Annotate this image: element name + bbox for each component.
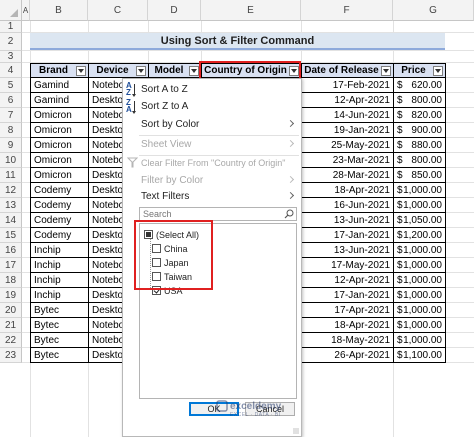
menu-sheet-view: Sheet View — [123, 136, 301, 153]
submenu-chevron-icon — [286, 119, 295, 128]
exceldemy-logo-icon — [216, 400, 228, 412]
clear-filter-icon — [127, 157, 138, 168]
menu-sort-by-color[interactable]: Sort by Color — [123, 116, 301, 133]
watermark: exceldemy EXCEL · DATA · BI — [216, 400, 282, 418]
spreadsheet: A B C D E F G 1 2 3 4 5 6 7 8 9 10 11 12 13 14 15 16 17 1… — [0, 0, 474, 437]
submenu-chevron-icon — [286, 175, 295, 184]
menu-sort-a-z-label: Sort A to Z — [141, 84, 188, 95]
menu-filter-by-color: Filter by Color — [123, 172, 301, 189]
filter-search-input[interactable]: Search — [139, 207, 297, 221]
menu-clear-filter: Clear Filter From "Country of Origin" — [123, 154, 301, 171]
watermark-tagline: EXCEL · DATA · BI — [230, 412, 281, 418]
search-placeholder: Search — [143, 209, 172, 219]
menu-sheet-view-label: Sheet View — [141, 139, 192, 150]
menu-sort-a-z[interactable]: AZ Sort A to Z — [123, 81, 301, 98]
submenu-chevron-icon — [286, 139, 295, 148]
submenu-chevron-icon — [286, 191, 295, 200]
resize-grip-icon[interactable] — [293, 428, 299, 434]
sort-ascending-icon: AZ — [126, 82, 136, 97]
menu-filter-by-color-label: Filter by Color — [141, 175, 204, 186]
watermark-name: exceldemy — [230, 400, 282, 412]
menu-text-filters-label: Text Filters — [141, 191, 190, 202]
sort-descending-icon: ZA — [126, 99, 136, 114]
highlight-filter-list — [134, 220, 213, 290]
menu-clear-filter-label: Clear Filter From "Country of Origin" — [141, 157, 286, 168]
menu-sort-z-a[interactable]: ZA Sort Z to A — [123, 98, 301, 115]
menu-sort-z-a-label: Sort Z to A — [141, 101, 189, 112]
menu-text-filters[interactable]: Text Filters — [123, 188, 301, 205]
menu-sort-by-color-label: Sort by Color — [141, 119, 200, 130]
search-icon — [284, 209, 294, 219]
